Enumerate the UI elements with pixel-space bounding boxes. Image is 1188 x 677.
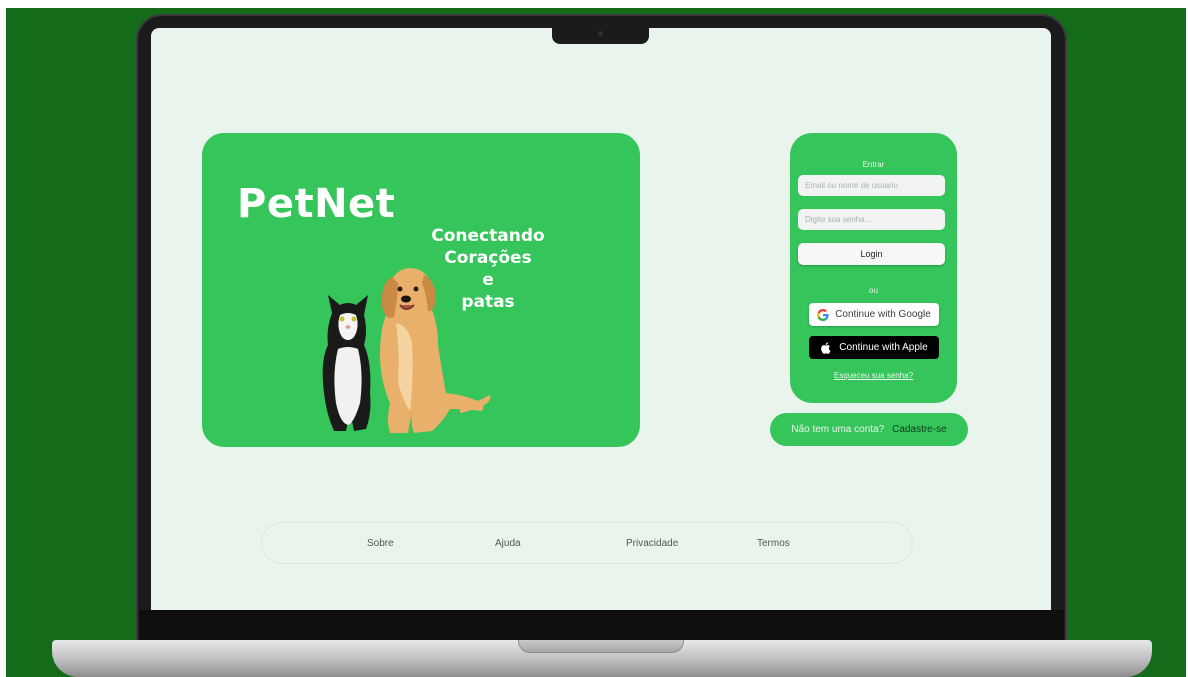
cat-illustration xyxy=(322,295,371,431)
laptop-opening-notch xyxy=(518,640,684,653)
cat-and-dog-illustration xyxy=(322,268,491,433)
forgot-password-link[interactable]: Esqueceu sua senha? xyxy=(790,371,957,380)
tagline-line-1: Conectando xyxy=(431,226,545,246)
brand-title: PetNet xyxy=(237,181,396,227)
login-button[interactable]: Login xyxy=(798,243,945,265)
apple-icon xyxy=(821,341,831,354)
dog-illustration xyxy=(380,268,491,433)
login-title: Entrar xyxy=(862,160,885,169)
google-icon xyxy=(817,308,829,321)
password-input[interactable] xyxy=(798,209,945,230)
google-button-label: Continue with Google xyxy=(835,309,931,320)
footer-link-sobre[interactable]: Sobre xyxy=(367,538,394,549)
or-divider-label: ou xyxy=(869,286,878,295)
footer-link-privacidade[interactable]: Privacidade xyxy=(626,538,678,549)
login-card: Entrar Login ou Continue with Google Con… xyxy=(790,133,957,403)
camera-notch xyxy=(552,26,649,44)
footer-nav: Sobre Ajuda Privacidade Termos xyxy=(261,522,913,564)
footer-link-ajuda[interactable]: Ajuda xyxy=(495,538,521,549)
signup-pill: Não tem uma conta? Cadastre-se xyxy=(770,413,968,446)
apple-button-label: Continue with Apple xyxy=(839,342,928,353)
signup-link[interactable]: Cadastre-se xyxy=(892,424,946,435)
signup-question: Não tem uma conta? xyxy=(791,424,885,435)
footer-link-termos[interactable]: Termos xyxy=(757,538,790,549)
laptop-screen: PetNet Conectando Corações e patas Entra… xyxy=(151,28,1051,610)
email-input[interactable] xyxy=(798,175,945,196)
screen-bottom-bezel xyxy=(139,610,1064,640)
apple-signin-button[interactable]: Continue with Apple xyxy=(809,336,939,359)
hero-card: PetNet Conectando Corações e patas xyxy=(202,133,640,447)
camera-icon xyxy=(598,31,603,36)
google-signin-button[interactable]: Continue with Google xyxy=(809,303,939,326)
